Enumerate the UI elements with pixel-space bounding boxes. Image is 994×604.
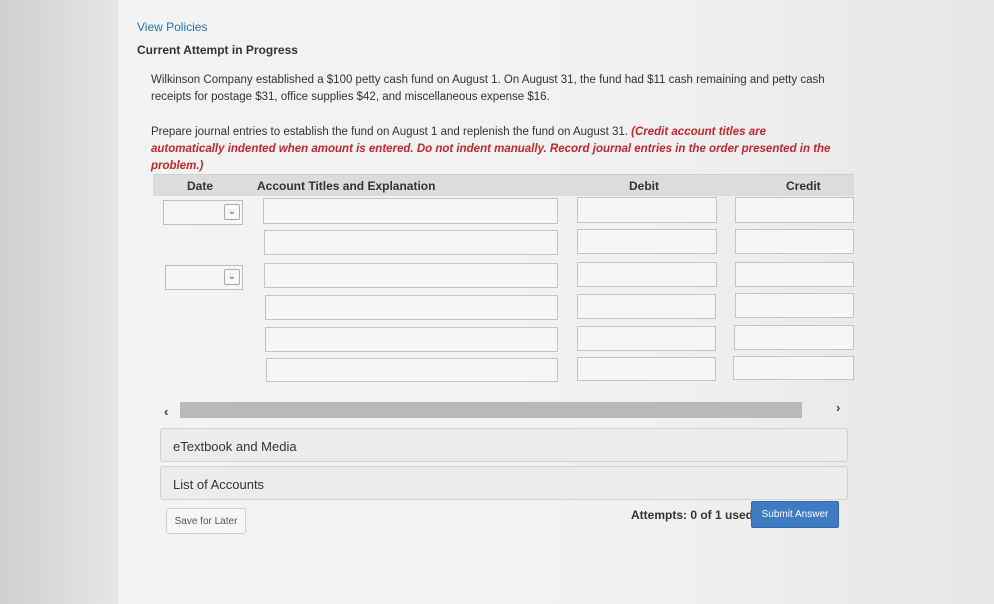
debit-input-row-1[interactable]: [577, 197, 717, 223]
col-header-credit: Credit: [786, 179, 821, 193]
credit-input-row-6[interactable]: [733, 356, 854, 380]
debit-input-row-6[interactable]: [577, 357, 716, 381]
debit-input-row-2[interactable]: [577, 229, 717, 254]
instructions: Prepare journal entries to establish the…: [151, 124, 871, 175]
instructions-note-2: automatically indented when amount is en…: [151, 143, 831, 172]
account-input-row-3[interactable]: [264, 263, 558, 288]
credit-input-row-5[interactable]: [734, 325, 854, 350]
col-header-date: Date: [187, 179, 214, 193]
submit-answer-button[interactable]: Submit Answer: [751, 501, 839, 528]
credit-input-row-4[interactable]: [735, 293, 854, 318]
credit-input-row-1[interactable]: [735, 197, 854, 223]
date-select-entry-1[interactable]: ⌄: [163, 200, 243, 225]
journal-table-header: Date Account Titles and Explanation Debi…: [153, 174, 854, 196]
chevron-down-icon: ⌄: [224, 204, 240, 220]
horizontal-scrollbar[interactable]: [180, 402, 802, 418]
question-text: Wilkinson Company established a $100 pet…: [151, 72, 871, 106]
account-input-row-5[interactable]: [265, 327, 558, 352]
account-input-row-1[interactable]: [263, 198, 558, 224]
etextbook-media-label: eTextbook and Media: [173, 439, 297, 454]
debit-input-row-5[interactable]: [577, 326, 716, 351]
list-of-accounts-panel[interactable]: List of Accounts: [160, 466, 848, 500]
account-input-row-2[interactable]: [264, 230, 558, 255]
col-header-account: Account Titles and Explanation: [257, 179, 436, 193]
chevron-left-icon[interactable]: ‹: [164, 404, 168, 419]
chevron-down-icon: ⌄: [224, 269, 240, 285]
debit-input-row-3[interactable]: [577, 262, 717, 287]
account-input-row-4[interactable]: [265, 295, 558, 320]
debit-input-row-4[interactable]: [577, 294, 716, 319]
credit-input-row-3[interactable]: [735, 262, 854, 287]
view-policies-link[interactable]: View Policies: [137, 20, 207, 34]
col-header-debit: Debit: [629, 179, 659, 193]
attempt-status: Current Attempt in Progress: [137, 43, 298, 57]
save-for-later-button[interactable]: Save for Later: [166, 508, 246, 534]
date-select-entry-2[interactable]: ⌄: [165, 265, 243, 290]
instructions-note-1: (Credit account titles are: [631, 126, 766, 138]
instructions-text: Prepare journal entries to establish the…: [151, 126, 632, 138]
account-input-row-6[interactable]: [266, 358, 558, 382]
background-shade: [0, 0, 118, 604]
question-line-2: receipts for postage $31, office supplie…: [151, 91, 550, 103]
question-line-1: Wilkinson Company established a $100 pet…: [151, 74, 825, 86]
credit-input-row-2[interactable]: [735, 229, 854, 254]
chevron-right-icon[interactable]: ›: [836, 400, 840, 415]
etextbook-media-panel[interactable]: eTextbook and Media: [160, 428, 848, 462]
attempts-counter: Attempts: 0 of 1 used: [631, 508, 754, 522]
list-of-accounts-label: List of Accounts: [173, 477, 265, 492]
